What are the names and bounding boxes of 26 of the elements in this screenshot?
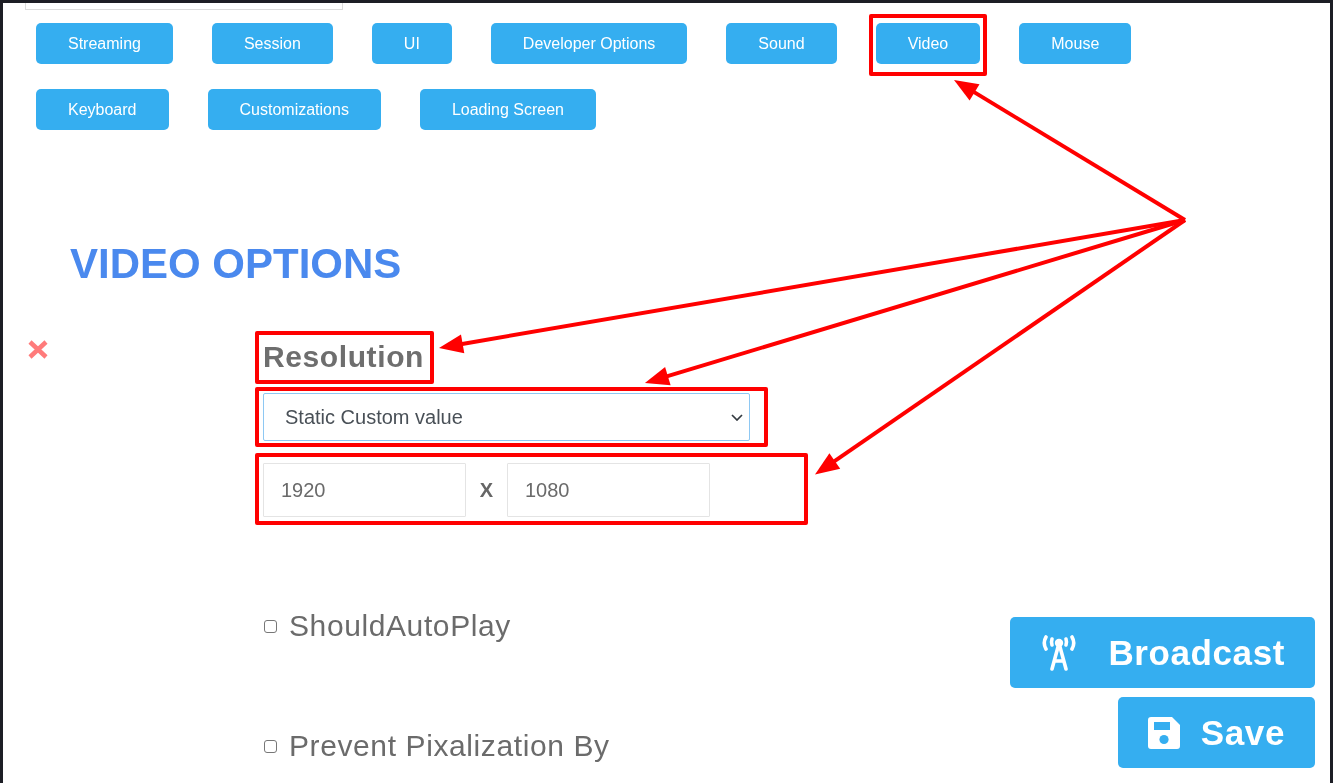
save-button[interactable]: Save [1117, 697, 1315, 768]
dropdown[interactable]: Static Custom value [263, 393, 750, 441]
input-field[interactable]: 1080 [507, 463, 710, 517]
tab-button[interactable]: Streaming [36, 23, 173, 64]
broadcast-button[interactable]: Broadcast [1010, 617, 1315, 688]
checkbox-label: Prevent Pixalization By [289, 729, 610, 763]
tab-button[interactable]: Keyboard [36, 89, 169, 130]
checkbox[interactable] [264, 619, 277, 633]
checkbox-label: ShouldAutoPlay [289, 609, 511, 643]
tab-button[interactable]: UI [371, 23, 452, 64]
save-icon [1146, 715, 1181, 750]
field-label: Resolution [263, 340, 424, 374]
dimension-separator: X [478, 478, 495, 502]
tab-button[interactable]: Session [211, 23, 333, 64]
tab-button[interactable]: Mouse [1019, 23, 1132, 64]
broadcast-tower-icon [1041, 634, 1078, 671]
section-title: VIDEO OPTIONS [70, 240, 402, 288]
tab-button[interactable]: Video [875, 23, 981, 64]
tab-button[interactable]: Sound [726, 23, 837, 64]
checkbox[interactable] [264, 739, 277, 753]
input-field[interactable]: 1920 [263, 463, 466, 517]
close-icon[interactable] [28, 340, 48, 359]
chevron-down-icon [731, 413, 743, 421]
tab-button[interactable]: Developer Options [490, 23, 688, 64]
tab-button[interactable]: Loading Screen [419, 89, 596, 130]
tab-button[interactable]: Customizations [207, 89, 381, 130]
